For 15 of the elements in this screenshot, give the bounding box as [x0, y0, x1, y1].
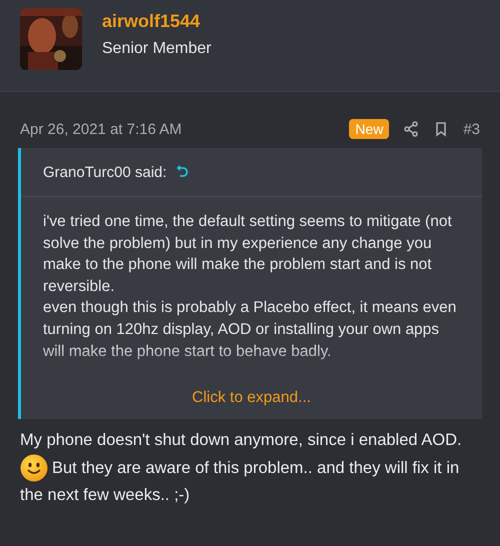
username-link[interactable]: airwolf1544 — [102, 10, 212, 32]
share-icon[interactable] — [403, 121, 420, 137]
expand-link[interactable]: Click to expand... — [192, 389, 311, 407]
message-text: But they are aware of this problem.. and they will fix it in — [52, 458, 460, 478]
quote-text: even though this is probably a Placebo effect, it means even turning on 120hz display, AOD or installing your own apps will make the phone start to behave badly. — [43, 298, 458, 362]
post-number[interactable]: #3 — [463, 120, 480, 138]
quote-text: i've tried one time, the default setting seems to mitigate (not solve the problem) but in my experience any change you make to the phone will make the problem start and is not reversible. — [43, 212, 453, 297]
message-text: My phone doesn't shut down anymore, since i enabled AOD. — [20, 430, 463, 451]
post-date[interactable]: Apr 26, 2021 at 7:16 AM — [20, 120, 350, 138]
new-badge: New — [349, 119, 390, 139]
smiley-icon — [20, 454, 48, 482]
user-title: Senior Member — [102, 39, 212, 59]
quote-attribution: GranoTurc00 said: — [43, 164, 167, 180]
jump-to-quote-icon[interactable] — [174, 165, 189, 179]
message-text: the next few weeks.. ;-) — [20, 485, 191, 506]
